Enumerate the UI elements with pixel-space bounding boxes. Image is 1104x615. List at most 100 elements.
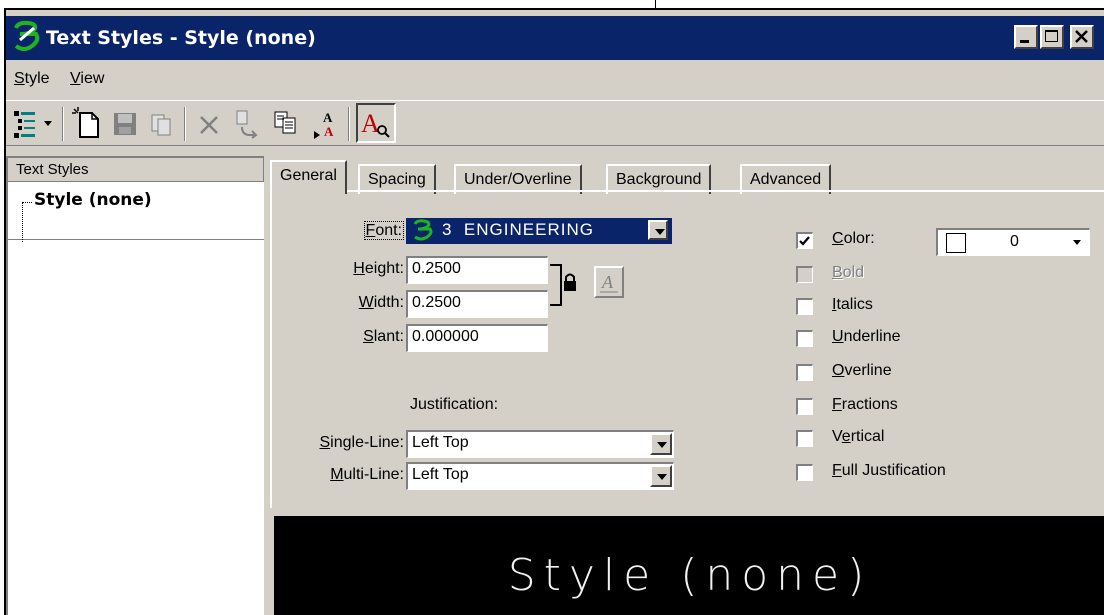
multi-line-dropdown[interactable]: Left Top [406,462,674,490]
font-dropdown-arrow[interactable] [648,220,668,240]
slant-label: Slant: [320,328,404,346]
svg-text:A: A [324,124,334,139]
multi-line-dropdown-arrow[interactable] [650,465,672,487]
height-label: Height: [320,260,404,278]
delete-button[interactable] [192,105,228,141]
tree-view-button[interactable] [12,105,58,141]
height-field[interactable]: 0.2500 [406,256,548,284]
copy-button[interactable] [144,105,180,141]
single-line-dropdown-arrow[interactable] [650,433,672,455]
select-icon: A A [314,110,334,139]
height-label-text: eight: [364,260,404,277]
svg-text:A: A [323,110,333,125]
italics-label-text: talics [836,296,873,313]
color-value: 0 [1010,233,1019,250]
font-accel: F [365,222,376,239]
justification-label: Justification: [410,396,499,413]
italics-checkbox[interactable] [796,298,813,315]
close-button[interactable] [1070,25,1094,49]
vertical-checkbox[interactable] [796,430,813,447]
overline-option-label[interactable]: Overline [832,362,892,380]
overline-checkbox[interactable] [796,364,813,381]
single-line-dropdown[interactable]: Left Top [406,430,674,458]
slant-label-text: lant: [373,328,404,345]
tree-view-icon [14,111,52,138]
fractions-option-label[interactable]: Fractions [832,396,898,414]
close-icon [1075,30,1088,43]
maximize-button[interactable] [1040,25,1064,49]
app-logo-icon [14,20,40,51]
reset-button[interactable] [228,105,264,141]
overline-label-text: verline [844,362,892,379]
color-checkbox[interactable] [796,232,813,249]
text-style-button[interactable]: A [356,103,396,143]
slant-field[interactable]: 0.000000 [406,324,548,352]
text-style-icon: A [361,109,390,138]
full-justification-checkbox[interactable] [796,464,813,481]
text-italic-preview-button[interactable]: A [594,266,624,298]
slant-accel: S [363,328,374,345]
lock-icon[interactable] [562,272,578,292]
height-accel: H [353,260,365,277]
toolbar-separator [184,107,186,141]
tab-general[interactable]: General [270,160,347,194]
italic-a-icon: A [600,272,618,293]
font-label-text: ont: [375,222,402,239]
color-dropdown-arrow[interactable] [1073,240,1081,245]
multi-line-label-text: ulti-Line: [343,466,404,483]
new-style-button[interactable] [70,105,106,141]
color-option-label[interactable]: Color: [832,230,875,248]
menu-view[interactable]: View [70,70,104,88]
width-field[interactable]: 0.2500 [406,290,548,318]
bold-checkbox[interactable] [796,266,813,283]
menu-style-accel: S [14,70,25,87]
text-styles-window: Text Styles - Style (none) Style View A … [4,8,1104,615]
width-accel: W [358,294,374,311]
italics-option-label[interactable]: Italics [832,296,873,314]
underline-option-label[interactable]: Underline [832,328,901,346]
vertical-label-text: rtical [850,428,885,445]
toolbar-separator [348,107,350,141]
save-icon [114,113,136,135]
font-type-icon [413,219,433,241]
fractions-checkbox[interactable] [796,398,813,415]
minimize-button[interactable] [1014,25,1038,49]
full-justification-label-text: ull Justification [841,462,946,479]
fractions-label-text: ractions [841,396,898,413]
select-button[interactable]: A A [308,105,344,141]
style-list-panel: Text Styles Style (none) [6,156,264,615]
menu-style[interactable]: Style [14,70,50,88]
color-accel: C [832,230,844,247]
underline-accel: U [832,328,844,345]
new-style-icon [72,107,99,138]
check-mark-icon [799,236,810,246]
toolbar: A A A [6,100,1104,146]
vertical-option-label[interactable]: Vertical [832,428,884,446]
font-name: ENGINEERING [463,220,594,239]
save-button[interactable] [108,105,144,141]
tree-item-style-none[interactable]: Style (none) [34,190,152,210]
style-tree: Style (none) [8,182,264,242]
import-button[interactable] [268,105,304,141]
multi-line-value: Left Top [412,466,469,483]
title-bar[interactable]: Text Styles - Style (none) [6,16,1104,60]
aspect-bracket [550,264,562,306]
underline-label-text: nderline [843,328,901,345]
full-justification-option-label[interactable]: Full Justification [832,462,946,480]
reset-icon [236,110,258,139]
single-line-value: Left Top [412,434,469,451]
multi-line-accel: M [330,466,344,483]
maximize-icon [1045,30,1058,42]
font-dropdown[interactable]: 3 ENGINEERING [406,218,672,244]
toolbar-separator [62,107,64,141]
bold-option-label[interactable]: Bold [832,264,864,282]
color-label-text: olor: [843,230,875,247]
underline-checkbox[interactable] [796,330,813,347]
vertical-label-pre: V [832,428,842,445]
width-label-text: idth: [373,294,404,311]
list-header[interactable]: Text Styles [8,158,264,182]
copy-icon [151,114,171,136]
color-swatch [946,233,966,253]
menu-style-label: tyle [24,70,50,87]
color-dropdown[interactable]: 0 [936,228,1090,256]
